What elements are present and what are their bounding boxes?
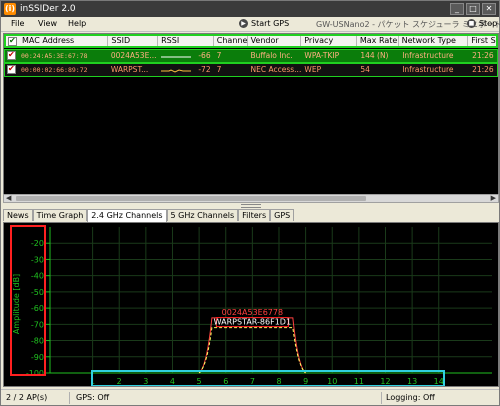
cell-mac: 00:24:A5:3E:67:78	[21, 52, 88, 60]
start-gps-label: Start GPS	[251, 19, 290, 28]
y-tick-label: -50	[31, 288, 44, 297]
rssi-sparkline	[160, 56, 191, 58]
stop-label: Stop	[479, 19, 498, 28]
x-tick-label: 6	[223, 377, 228, 386]
maximize-button[interactable]: □	[466, 3, 480, 15]
cell-vendor: NEC Access...	[250, 65, 302, 74]
start-gps-button[interactable]: ▶ Start GPS	[239, 19, 289, 28]
col-mac[interactable]: MAC Address	[19, 36, 109, 46]
y-tick-label: -70	[31, 320, 44, 329]
cell-channel: 7	[216, 65, 222, 74]
y-tick-label: -80	[31, 337, 44, 346]
cell-max-rate: 54	[360, 65, 370, 74]
table-row[interactable]: 00:00:02:66:89:72 WARPST... -72 7 NEC Ac…	[4, 63, 498, 77]
col-privacy[interactable]: Privacy	[301, 36, 357, 46]
x-tick-label: 2	[117, 377, 122, 386]
table-header: MAC Address SSID RSSI Channel Vendor Pri…	[4, 34, 498, 48]
y-tick-label: -20	[31, 239, 44, 248]
cell-max-rate: 144 (N)	[360, 51, 389, 60]
logging-status: Logging: Off	[386, 393, 435, 402]
tab-filters[interactable]: Filters	[238, 209, 271, 221]
x-tick-label: 10	[327, 377, 337, 386]
scroll-right-icon[interactable]: ▶	[491, 194, 496, 202]
y-tick-label: -100	[26, 369, 44, 378]
series-label: WARPSTAR-86F1D1	[214, 318, 291, 327]
y-axis-label: Amplitude [dB]	[12, 274, 21, 334]
menu-bar: File View Help ▶ Start GPS GW-USNano2 - …	[1, 17, 500, 32]
row-checkbox[interactable]	[7, 50, 16, 60]
channel-chart-svg: -20 -30 -40 -50 -60 -70 -80 -90 -100 1 2 3 4 5 6 7 8 9 10 1…	[10, 225, 492, 386]
tab-24ghz-channels[interactable]: 2.4 GHz Channels	[87, 209, 167, 222]
series-label: 0024A53E6778	[222, 308, 283, 317]
rssi-value: -66	[198, 51, 211, 60]
x-tick-label: 9	[303, 377, 308, 386]
y-tick-label: -90	[31, 353, 44, 362]
col-first-seen[interactable]: First S	[468, 36, 496, 46]
x-tick-label: 4	[170, 377, 175, 386]
close-button[interactable]: ✕	[482, 3, 496, 15]
y-tick-label: -30	[31, 255, 44, 264]
stop-button[interactable]: ■ Stop	[467, 19, 497, 28]
cell-rssi: -72	[158, 64, 214, 76]
minimize-button[interactable]: _	[450, 3, 464, 15]
cell-network-type: Infrastructure	[402, 51, 454, 60]
menu-help[interactable]: Help	[68, 19, 86, 28]
select-all-checkbox[interactable]	[8, 36, 17, 46]
menu-view[interactable]: View	[38, 19, 57, 28]
status-bar: 2 / 2 AP(s) GPS: Off Logging: Off	[1, 389, 499, 405]
cell-mac: 00:00:02:66:89:72	[21, 66, 88, 74]
cell-ssid: 0024A53E...	[110, 51, 157, 60]
app-icon: (i)	[4, 3, 16, 15]
cell-first-seen: 21:26	[472, 65, 494, 74]
tab-gps[interactable]: GPS	[270, 209, 295, 221]
menu-file[interactable]: File	[11, 19, 24, 28]
col-channel[interactable]: Channel	[214, 36, 248, 46]
x-tick-label: 13	[407, 377, 417, 386]
channel-chart: -20 -30 -40 -50 -60 -70 -80 -90 -100 1 2 3 4 5 6 7 8 9 10 1…	[3, 222, 499, 387]
row-checkbox[interactable]	[7, 64, 16, 74]
scroll-left-icon[interactable]: ◀	[6, 194, 11, 202]
tab-time-graph[interactable]: Time Graph	[32, 209, 88, 221]
col-vendor[interactable]: Vendor	[248, 36, 302, 46]
rssi-value: -72	[198, 65, 211, 74]
cell-privacy: WEP	[304, 65, 322, 74]
play-icon: ▶	[239, 19, 248, 28]
col-network-type[interactable]: Network Type	[399, 36, 469, 46]
cell-network-type: Infrastructure	[402, 65, 454, 74]
cell-ssid: WARPST...	[110, 65, 149, 74]
window-title: inSSIDer 2.0	[20, 4, 76, 14]
tab-bar: News Time Graph 2.4 GHz Channels 5 GHz C…	[3, 209, 295, 222]
x-tick-label: 5	[197, 377, 202, 386]
tab-news[interactable]: News	[3, 209, 33, 221]
cell-vendor: Buffalo Inc.	[250, 51, 293, 60]
y-tick-label: -40	[31, 272, 44, 281]
x-tick-label: 14	[434, 377, 444, 386]
stop-icon: ■	[467, 19, 476, 28]
x-tick-label: 12	[380, 377, 390, 386]
rssi-sparkline	[160, 69, 191, 73]
x-tick-label: 8	[276, 377, 281, 386]
table-row[interactable]: 00:24:A5:3E:67:78 0024A53E... -66 7 Buff…	[4, 49, 498, 63]
x-tick-label: 11	[354, 377, 364, 386]
tab-5ghz-channels[interactable]: 5 GHz Channels	[166, 209, 239, 221]
x-tick-label: 3	[143, 377, 148, 386]
col-ssid[interactable]: SSID	[108, 36, 159, 46]
y-tick-label: -60	[31, 304, 44, 313]
title-bar: (i) inSSIDer 2.0 _ □ ✕	[1, 1, 499, 17]
main-window: (i) inSSIDer 2.0 _ □ ✕ File View Help ▶ …	[0, 0, 500, 406]
ap-count: 2 / 2 AP(s)	[6, 393, 48, 402]
horizontal-scrollbar[interactable]: ◀ ▶	[3, 194, 499, 203]
x-tick-label: 7	[250, 377, 255, 386]
scroll-thumb[interactable]	[16, 196, 366, 201]
network-list: MAC Address SSID RSSI Channel Vendor Pri…	[3, 33, 499, 195]
gps-status: GPS: Off	[76, 393, 110, 402]
splitter-handle[interactable]	[241, 204, 261, 208]
cell-first-seen: 21:26	[472, 51, 494, 60]
cell-channel: 7	[216, 51, 222, 60]
cell-rssi: -66	[158, 50, 214, 62]
col-max-rate[interactable]: Max Rate	[357, 36, 399, 46]
col-rssi[interactable]: RSSI	[158, 36, 214, 46]
cell-privacy: WPA-TKIP	[304, 51, 340, 60]
